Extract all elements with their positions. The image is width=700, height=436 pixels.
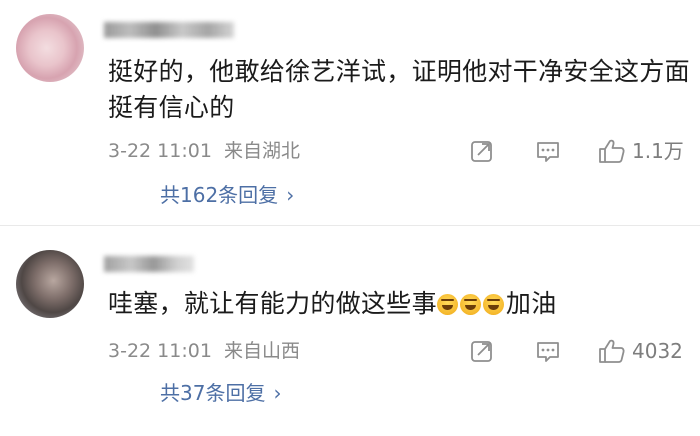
chevron-right-icon: › <box>273 381 282 405</box>
view-replies-link[interactable]: 共37条回复 › <box>160 378 281 408</box>
like-count: 4032 <box>632 339 683 363</box>
share-icon[interactable] <box>470 139 494 163</box>
comment-actions: 1.1万 <box>0 136 700 166</box>
thumbs-up-icon[interactable] <box>598 338 626 364</box>
comment-text-suffix: 加油 <box>505 289 557 318</box>
comment-icon[interactable] <box>535 139 561 163</box>
username-blurred[interactable] <box>104 256 194 272</box>
comment-text: 哇塞，就让有能力的做这些事 加油 <box>108 286 698 322</box>
tears-of-joy-emoji <box>436 294 458 315</box>
tears-of-joy-emoji <box>482 294 504 315</box>
comment-item: 挺好的，他敢给徐艺洋试，证明他对干净安全这方面挺有信心的 3-22 11:01 … <box>0 0 700 226</box>
view-replies-link[interactable]: 共162条回复 › <box>160 180 294 210</box>
replies-label: 共37条回复 <box>160 381 266 405</box>
comment-text-prefix: 哇塞，就让有能力的做这些事 <box>108 289 437 318</box>
like-count: 1.1万 <box>632 139 684 163</box>
avatar[interactable] <box>16 14 84 82</box>
replies-label: 共162条回复 <box>160 183 279 207</box>
avatar[interactable] <box>16 250 84 318</box>
comment-actions: 4032 <box>0 336 700 366</box>
thumbs-up-icon[interactable] <box>598 138 626 164</box>
chevron-right-icon: › <box>286 183 295 207</box>
username-blurred[interactable] <box>104 22 234 38</box>
comment-item: 哇塞，就让有能力的做这些事 加油 3-22 11:01 来自山西 4032 共37… <box>0 226 700 436</box>
comment-text: 挺好的，他敢给徐艺洋试，证明他对干净安全这方面挺有信心的 <box>108 57 690 122</box>
comment-icon[interactable] <box>535 339 561 363</box>
share-icon[interactable] <box>470 339 494 363</box>
tears-of-joy-emoji <box>459 294 481 315</box>
